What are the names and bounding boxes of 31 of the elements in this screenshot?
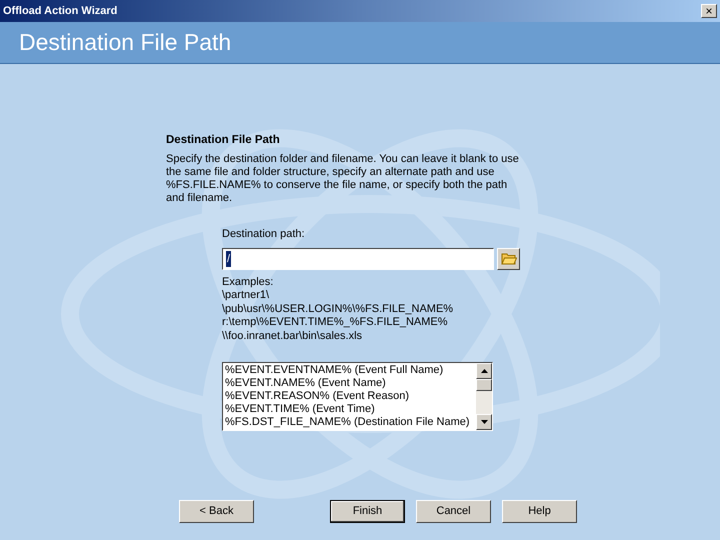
list-item[interactable]: %FS.DST_FILE_NAME% (Destination File Name) [225, 416, 476, 430]
close-button[interactable]: × [701, 4, 717, 18]
field-label: Destination path: [222, 227, 306, 242]
list-item[interactable]: %EVENT.NAME% (Event Name) [225, 377, 476, 390]
scroll-up-button[interactable] [476, 363, 492, 380]
list-item[interactable]: %EVENT.REASON% (Event Reason) [225, 390, 476, 404]
list-item[interactable]: %EVENT.EVENTNAME% (Event Full Name) [225, 364, 476, 378]
up-arrow-icon [480, 369, 488, 374]
window-title: Offload Action Wizard [3, 4, 118, 19]
wizard-button[interactable]: < Back [179, 500, 254, 523]
section-description: Specify the destination folder and filename. You can leave it blank to use the same file and folder structure, specify an alternate path and use %FS.FILE.NAME% to conserve the file name, or specify both the path and filename. [166, 153, 520, 206]
scroll-thumb[interactable] [476, 379, 492, 392]
wizard-button[interactable]: Finish [330, 500, 405, 523]
example-text: r:\temp\%EVENT.TIME%_%FS.FILE_NAME% [222, 316, 449, 330]
destination-path-field[interactable]: / [222, 248, 494, 270]
wizard-button[interactable]: Cancel [416, 500, 491, 523]
field-value: / [226, 250, 232, 267]
down-arrow-icon [480, 420, 488, 424]
example-text: \\foo.inranet.bar\bin\sales.xls [222, 330, 364, 344]
example-text: \pub\usr\%USER.LOGIN%\%FS.FILE_NAME% [222, 302, 454, 316]
scrollbar[interactable] [476, 363, 492, 430]
list-item[interactable]: %EVENT.TIME% (Event Time) [225, 403, 476, 416]
wizard-button[interactable]: Help [502, 500, 577, 523]
section-heading: Destination File Path [166, 133, 281, 148]
example-text: \partner1\ [222, 289, 270, 303]
page-title: Destination File Path [19, 28, 232, 58]
browse-button[interactable] [497, 248, 520, 270]
variable-listbox[interactable]: %EVENT.EVENTNAME% (Event Full Name) %EVENT.NAME% (Event Name) %EVENT.REASON% (Event Reason) %EVENT.TIME% (Event Time) %FS.DST_FILE_NAME% (Destination File Name) [222, 362, 493, 432]
scroll-down-button[interactable] [476, 414, 492, 430]
folder-icon [500, 252, 516, 266]
example-text: Examples: [222, 276, 274, 290]
